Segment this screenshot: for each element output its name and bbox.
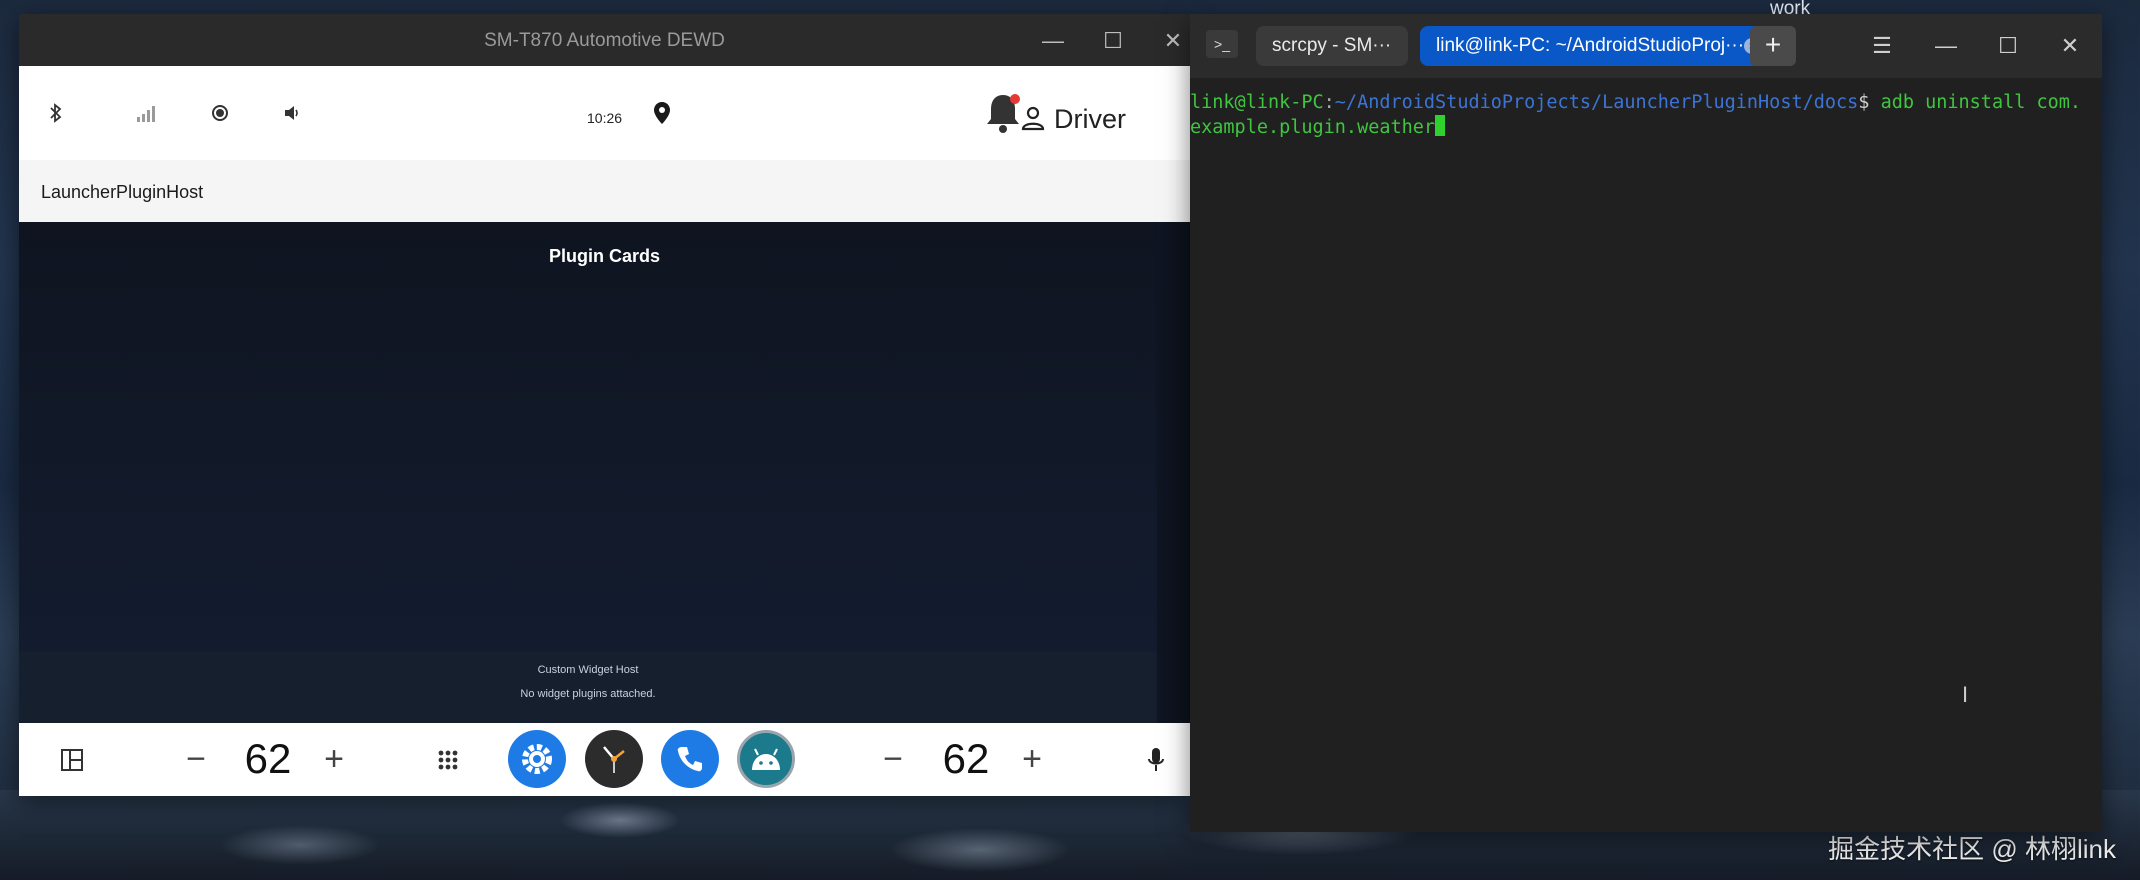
minimize-button[interactable]: —	[1036, 24, 1070, 58]
volume-icon[interactable]	[275, 96, 309, 130]
app-title: LauncherPluginHost	[41, 182, 204, 202]
terminal-close-button[interactable]: ✕	[2054, 30, 2086, 62]
tab-terminal-label: link@link-PC: ~/AndroidStudioProj···	[1436, 35, 1745, 56]
notification-bell-icon[interactable]	[982, 90, 1024, 136]
android-nav-bar: − 62 + − 62 +	[19, 723, 1190, 796]
content-edge	[1157, 222, 1190, 723]
bluetooth-icon[interactable]	[39, 96, 73, 130]
tab-terminal-active[interactable]: link@link-PC: ~/AndroidStudioProj··· ×	[1420, 26, 1768, 66]
app-bar: LauncherPluginHost	[19, 160, 1190, 223]
user-profile-label[interactable]: Driver	[1054, 104, 1126, 135]
maximize-button[interactable]: ☐	[1096, 24, 1130, 58]
android-status-bar: 10:26 Driver	[19, 66, 1190, 160]
app-grid-icon[interactable]	[431, 743, 465, 777]
location-icon[interactable]	[645, 96, 679, 130]
watermark: 掘金技术社区 @ 林栩link	[1828, 834, 2116, 864]
left-temp-decrease-button[interactable]: −	[179, 737, 213, 781]
prompt-user: link@link-PC	[1190, 92, 1324, 113]
terminal-line-1: link@link-PC:~/AndroidStudioProjects/Lau…	[1190, 90, 2102, 115]
left-temp-increase-button[interactable]: +	[317, 737, 351, 781]
android-app-icon[interactable]	[737, 730, 795, 788]
text-cursor	[1435, 115, 1446, 136]
terminal-titlebar[interactable]: >_ scrcpy - SM··· link@link-PC: ~/Androi…	[1190, 14, 2102, 78]
microphone-icon[interactable]	[1139, 743, 1173, 777]
terminal-maximize-button[interactable]: ☐	[1992, 30, 2024, 62]
mouse-ibeam-cursor-icon: I	[1962, 682, 1969, 707]
tab-scrcpy[interactable]: scrcpy - SM···	[1256, 26, 1408, 66]
command-text-2: example.plugin.weather	[1190, 117, 1436, 138]
scrcpy-titlebar[interactable]: SM-T870 Automotive DEWD — ☐ ✕	[19, 14, 1190, 66]
new-tab-button[interactable]: +	[1750, 26, 1796, 66]
command-text-1: adb uninstall com.	[1880, 92, 2082, 113]
prompt-path: ~/AndroidStudioProjects/LauncherPluginHo…	[1334, 92, 1859, 113]
plugin-content-area: Plugin Cards Custom Widget Host No widge…	[19, 222, 1190, 723]
terminal-window: >_ scrcpy - SM··· link@link-PC: ~/Androi…	[1190, 14, 2102, 832]
prompt-separator: :	[1323, 92, 1335, 113]
widget-host-title: Custom Widget Host	[537, 664, 639, 676]
prompt-symbol: $	[1858, 92, 1881, 113]
signal-icon[interactable]	[130, 96, 164, 130]
left-temp-value: 62	[244, 735, 292, 782]
window-title: SM-T870 Automotive DEWD	[484, 30, 725, 51]
close-button[interactable]: ✕	[1156, 24, 1190, 58]
plugin-cards-heading: Plugin Cards	[548, 246, 660, 266]
user-icon	[1019, 104, 1049, 134]
right-temp-decrease-button[interactable]: −	[876, 737, 910, 781]
terminal-app-icon: >_	[1206, 30, 1238, 58]
clock-app-icon[interactable]	[585, 730, 643, 788]
right-temp-increase-button[interactable]: +	[1015, 737, 1049, 781]
widget-host-message: No widget plugins attached.	[520, 688, 656, 700]
status-time: 10:26	[587, 110, 623, 126]
custom-widget-host: Custom Widget Host No widget plugins att…	[19, 652, 1157, 722]
brightness-icon[interactable]	[203, 96, 237, 130]
terminal-line-2: example.plugin.weather	[1190, 115, 2102, 140]
terminal-minimize-button[interactable]: —	[1930, 30, 1962, 62]
phone-app-icon[interactable]	[661, 730, 719, 788]
right-temp-value: 62	[942, 735, 990, 782]
terminal-output[interactable]: link@link-PC:~/AndroidStudioProjects/Lau…	[1190, 78, 2102, 832]
settings-app-icon[interactable]	[508, 730, 566, 788]
menu-button[interactable]: ☰	[1866, 30, 1898, 62]
split-screen-icon[interactable]	[55, 743, 89, 777]
scrcpy-window: SM-T870 Automotive DEWD — ☐ ✕ 10:26 Driv…	[19, 14, 1190, 796]
